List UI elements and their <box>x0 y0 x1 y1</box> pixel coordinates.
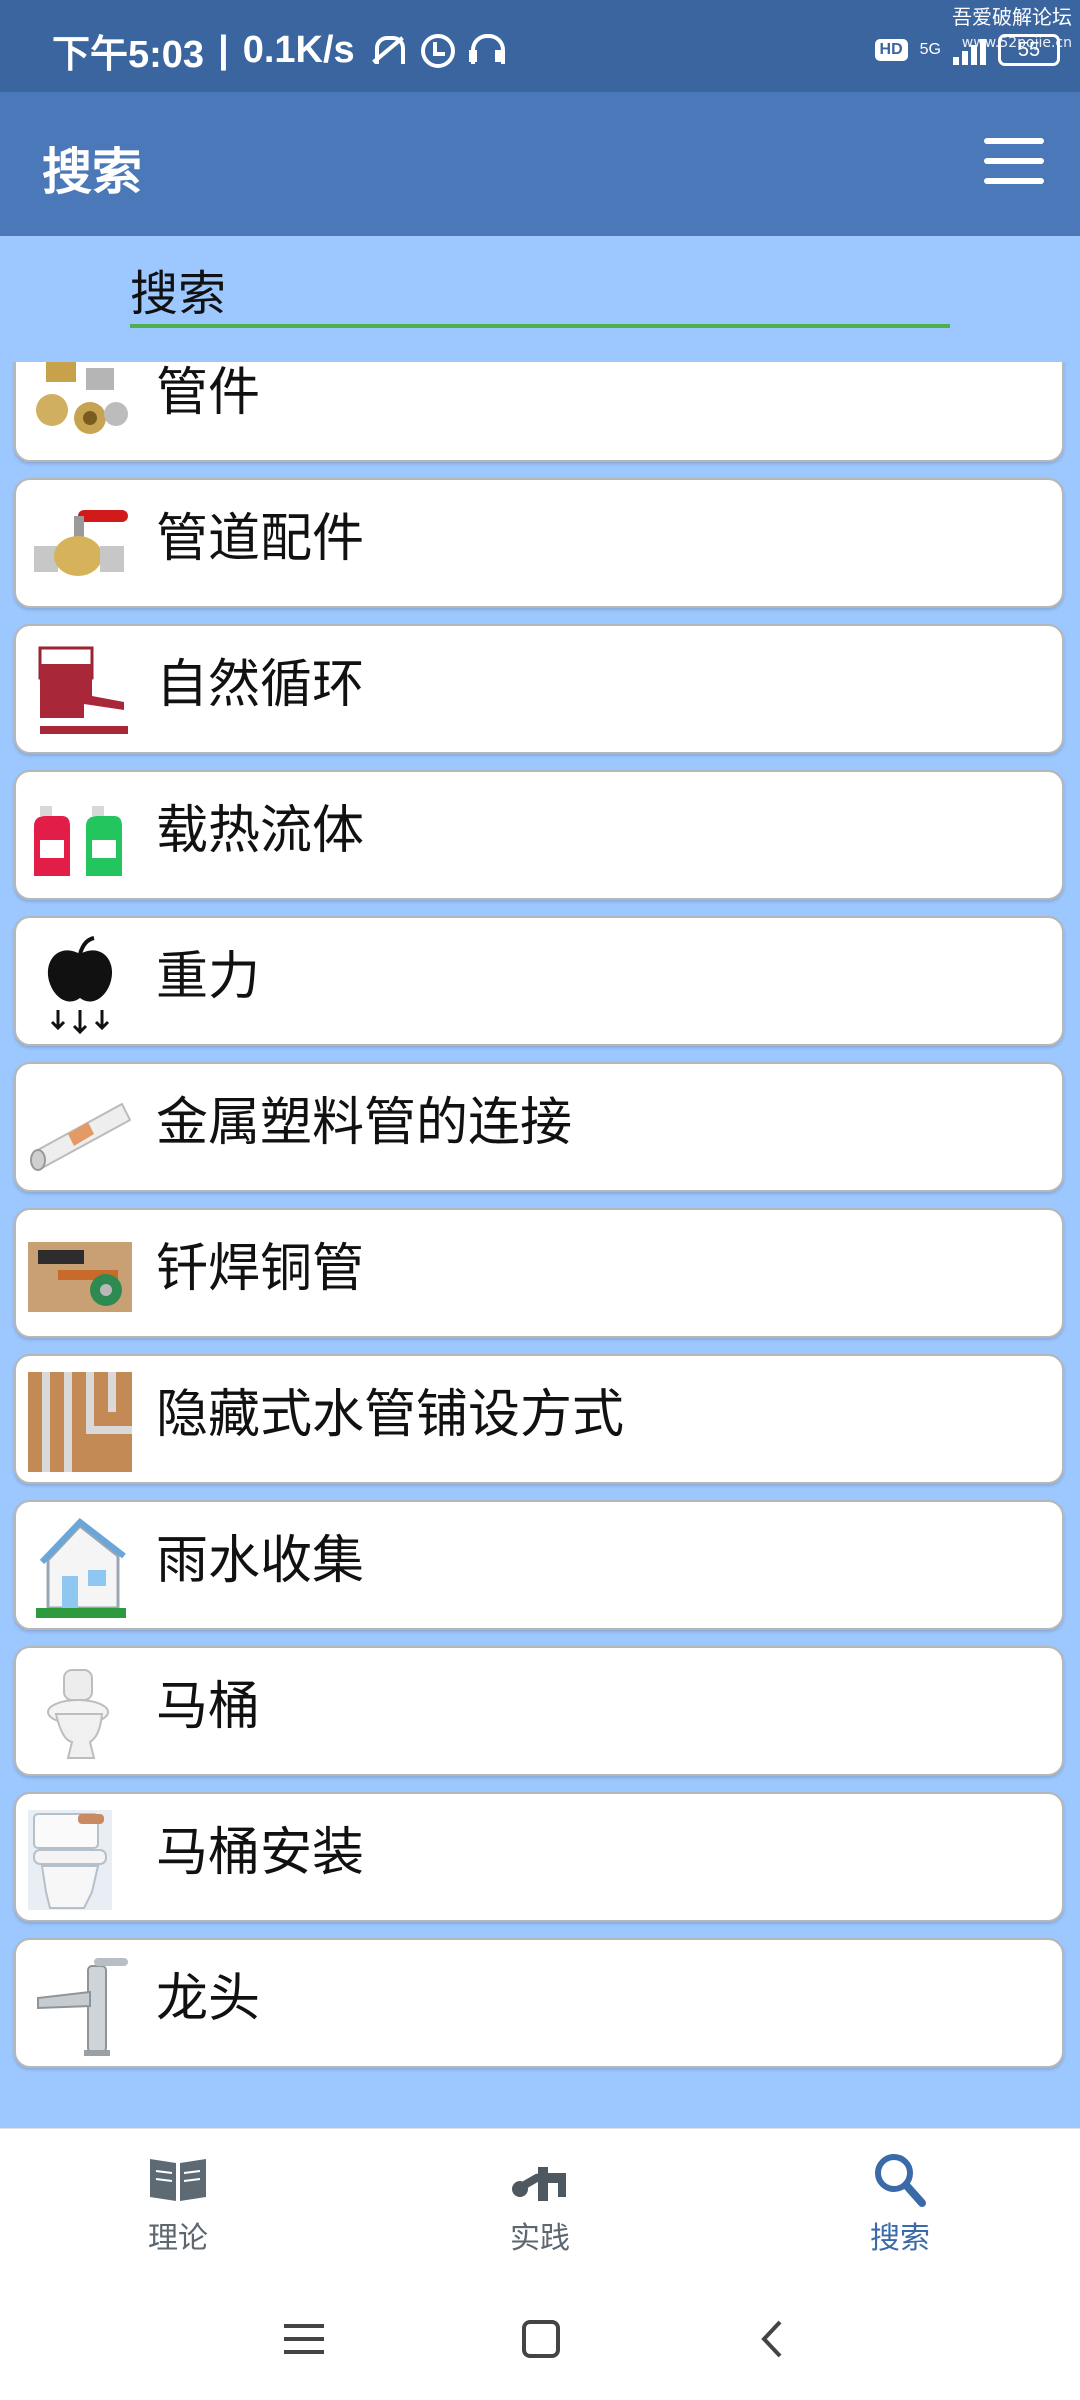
coolant-bottles-icon <box>34 806 122 876</box>
metal-plastic-pipe-icon <box>30 1102 132 1171</box>
search-input[interactable] <box>130 264 950 328</box>
nav-practice[interactable]: 实践 <box>440 2151 640 2271</box>
list-item[interactable]: 管道配件 <box>14 478 1064 608</box>
watermark-url: www.52pojie.cn <box>961 35 1072 51</box>
list-item[interactable]: 自然循环 <box>14 624 1064 754</box>
status-left: 下午5:03 | 0.1K/s <box>52 20 505 80</box>
pipe-fittings-icon <box>36 362 128 434</box>
list-item-label: 自然循环 <box>156 655 365 715</box>
list-item-label: 龙头 <box>156 1969 261 2029</box>
list-item-label: 载热流体 <box>156 801 365 861</box>
faucet-icon <box>37 1958 128 2056</box>
list-item-label: 管道配件 <box>156 509 365 569</box>
list-item-label: 马桶安装 <box>156 1823 365 1883</box>
tools-icon <box>512 2167 566 2201</box>
list-item[interactable]: 隐藏式水管铺设方式 <box>14 1354 1064 1484</box>
nav-search-label: 搜索 <box>870 2221 930 2256</box>
natural-circulation-icon <box>38 646 128 734</box>
nav-search[interactable]: 搜索 <box>800 2151 1000 2271</box>
apple-gravity-icon <box>47 936 113 1035</box>
list-item-label: 马桶 <box>156 1677 261 1737</box>
list-item-label: 雨水收集 <box>156 1531 365 1591</box>
page-title: 搜索 <box>42 143 142 201</box>
list-item-label: 钎焊铜管 <box>156 1239 365 1299</box>
headset-icon <box>468 32 505 68</box>
list-item[interactable]: 金属塑料管的连接 <box>14 1062 1064 1192</box>
nav-practice-label: 实践 <box>510 2221 570 2256</box>
rainwater-house-icon <box>36 1517 126 1618</box>
list-item-label: 金属塑料管的连接 <box>156 1093 573 1153</box>
network-speed: 0.1K/s <box>242 28 355 71</box>
search-results-list[interactable]: 管件 管道配件 自然循环 载热流体 重力 金属塑料管的连接 钎焊铜管 隐藏式水管… <box>0 362 1080 2128</box>
bottom-navigation: 理论 实践 搜索 <box>0 2128 1080 2279</box>
list-item[interactable]: 载热流体 <box>14 770 1064 900</box>
list-item-label: 重力 <box>156 947 261 1007</box>
list-item[interactable]: 钎焊铜管 <box>14 1208 1064 1338</box>
status-time: 下午5:03 <box>52 33 205 76</box>
list-item[interactable]: 马桶安装 <box>14 1792 1064 1922</box>
book-icon <box>150 2159 206 2201</box>
concealed-pipes-icon <box>28 1372 132 1472</box>
list-item[interactable]: 龙头 <box>14 1938 1064 2068</box>
ball-valve-icon <box>34 510 128 576</box>
nav-theory-label: 理论 <box>148 2221 208 2256</box>
soldering-copper-pipe-icon <box>28 1242 132 1312</box>
hamburger-menu-icon[interactable] <box>984 138 1044 184</box>
list-item[interactable]: 马桶 <box>14 1646 1064 1776</box>
home-icon[interactable] <box>516 2314 566 2364</box>
network-type: 5G <box>919 41 941 58</box>
app-bar: 搜索 <box>0 92 1080 236</box>
recent-apps-icon[interactable] <box>280 2314 330 2364</box>
list-item-label: 管件 <box>156 363 261 423</box>
list-item[interactable]: 管件 <box>14 362 1064 462</box>
watermark-title: 吾爱破解论坛 <box>952 5 1072 29</box>
status-separator: | <box>218 28 229 71</box>
hd-badge: HD <box>874 39 908 61</box>
toilet-icon <box>47 1669 109 1759</box>
system-navigation-bar <box>0 2278 1080 2400</box>
toilet-installation-icon <box>28 1810 112 1910</box>
alarm-clock-icon <box>419 32 455 68</box>
list-item[interactable]: 重力 <box>14 916 1064 1046</box>
muted-bell-icon <box>369 32 405 68</box>
search-icon <box>875 2154 926 2207</box>
search-area <box>0 236 1080 362</box>
status-bar: 下午5:03 | 0.1K/s HD 5G 55 吾爱破解论坛 www.52po… <box>0 0 1080 92</box>
nav-theory[interactable]: 理论 <box>78 2151 278 2271</box>
list-item-label: 隐藏式水管铺设方式 <box>156 1385 625 1445</box>
watermark: 吾爱破解论坛 www.52pojie.cn <box>952 4 1072 56</box>
list-item[interactable]: 雨水收集 <box>14 1500 1064 1630</box>
back-icon[interactable] <box>748 2314 798 2364</box>
